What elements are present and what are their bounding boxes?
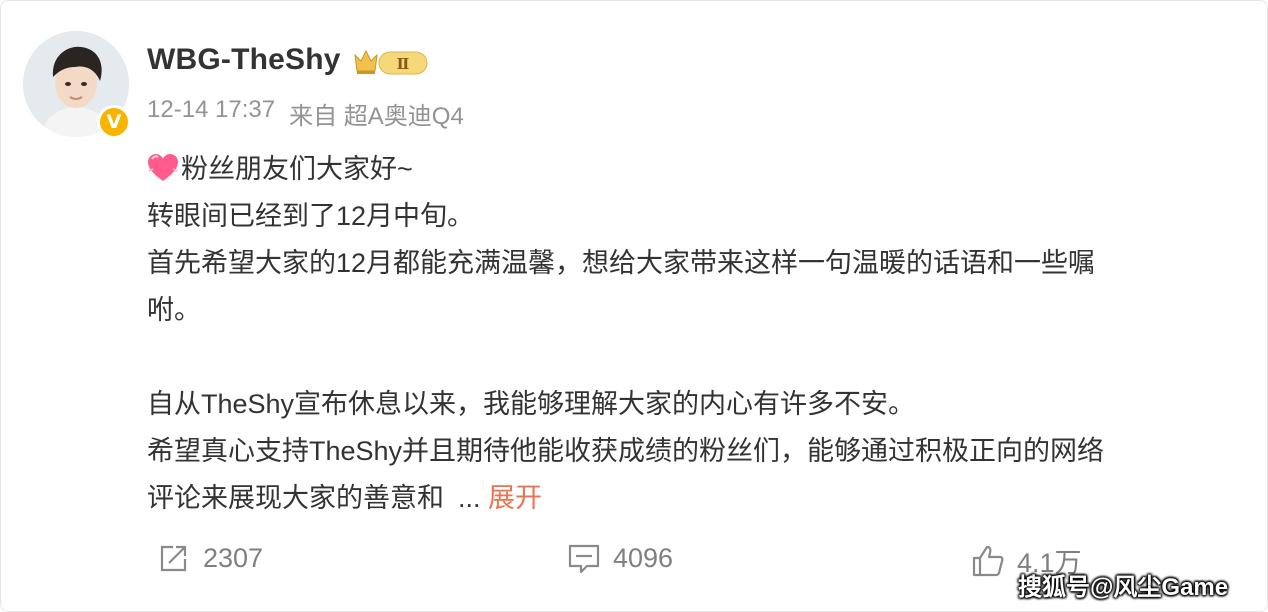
repost-icon [160, 545, 187, 572]
source-prefix: 来自 [289, 103, 338, 130]
post-time[interactable]: 12-14 17:37 [147, 96, 275, 131]
expand-link[interactable]: 展开 [488, 483, 542, 513]
vip-crown-badge-icon[interactable]: Ⅱ [353, 47, 431, 77]
greeting-text: 粉丝朋友们大家好~ [181, 154, 413, 184]
post-line: 转眼间已经到了12月中旬。 [147, 201, 475, 231]
thumbs-up-icon [972, 545, 1004, 576]
post-line: 希望真心支持TheShy并且期待他能收获成绩的粉丝们，能够通过积极正向的网络 [147, 436, 1105, 466]
source-device[interactable]: 超A奥迪Q4 [344, 103, 464, 130]
ellipsis: ... [458, 483, 481, 513]
post-line: 粉丝朋友们大家好~ [147, 146, 1227, 193]
post-text: 粉丝朋友们大家好~ 转眼间已经到了12月中旬。 首先希望大家的12月都能充满温馨… [147, 146, 1227, 522]
watermark: 搜狐号@风尘Game [1018, 574, 1229, 601]
username[interactable]: WBG-TheShy [147, 43, 341, 77]
post-line: 自从TheShy宣布休息以来，我能够理解大家的内心有许多不安。 [147, 389, 916, 419]
post-line: 咐。 [147, 295, 201, 325]
verified-badge-icon: V [97, 105, 131, 139]
truncated-text: 评论来展现大家的善意和 [147, 483, 444, 513]
repost-button[interactable]: 2307 [157, 541, 263, 575]
comment-icon [568, 544, 600, 574]
repost-count: 2307 [203, 542, 264, 573]
post-line: 首先希望大家的12月都能充满温馨，想给大家带来这样一句温暖的话语和一些嘱 [147, 248, 1096, 278]
comment-button[interactable]: 4096 [567, 541, 673, 575]
heart-emoji-icon [148, 154, 178, 181]
post-line-last: 评论来展现大家的善意和... 展开 [147, 475, 1227, 522]
post-meta: 12-14 17:37 来自 超A奥迪Q4 [147, 96, 464, 131]
comment-count: 4096 [613, 542, 674, 573]
svg-text:Ⅱ: Ⅱ [397, 55, 410, 73]
post-source: 来自 超A奥迪Q4 [289, 96, 464, 131]
weibo-post-card: V WBG-TheShy Ⅱ 12-14 17:37 来自 超A奥迪Q4 粉丝朋… [0, 0, 1268, 612]
